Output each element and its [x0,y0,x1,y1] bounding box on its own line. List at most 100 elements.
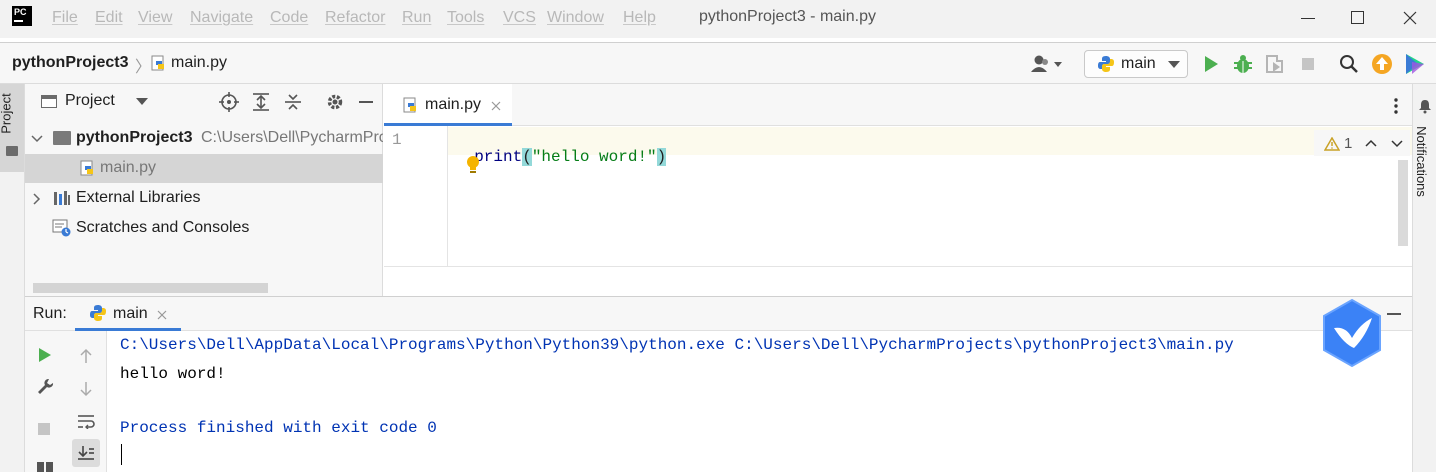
chevron-down-icon[interactable] [136,98,148,106]
chevron-down-icon[interactable] [1391,140,1403,148]
breadcrumb-project[interactable]: pythonProject3 [12,54,128,72]
minimize-button[interactable] [1284,0,1332,38]
collapse-all-icon[interactable] [283,92,303,112]
breadcrumb-file[interactable]: main.py [171,54,227,72]
menu-item-tools[interactable]: Tools [447,9,484,27]
chevron-up-icon[interactable] [1365,139,1377,147]
update-arrow-icon [1372,54,1392,74]
run-button[interactable] [1200,53,1222,75]
code-paren-open: ( [522,148,532,166]
play-icon [1205,56,1218,72]
intention-bulb-button[interactable] [464,155,482,175]
editor-gutter: 1 [384,126,448,266]
tree-row-scratches[interactable]: Scratches and Consoles [25,214,383,243]
console-exit-line: Process finished with exit code 0 [120,419,437,437]
run-configuration-label: main [1121,55,1156,72]
layout-icon[interactable] [37,462,53,472]
arrow-up-icon[interactable] [79,348,93,364]
hide-panel-icon[interactable] [1387,313,1401,315]
warning-icon [1324,137,1340,151]
tree-row-external-libraries[interactable]: External Libraries [25,184,383,213]
left-tool-stripe: Project [0,84,25,472]
python-file-icon [80,160,93,176]
menu-item-vcs[interactable]: VCS [503,9,536,27]
run-with-coverage-button[interactable] [1264,53,1286,75]
debug-button[interactable] [1232,53,1254,75]
gear-icon[interactable] [325,92,345,112]
floating-assistant-widget[interactable] [1320,298,1384,368]
folder-icon [53,131,71,145]
menu-item-navigate[interactable]: Navigate [190,9,253,27]
editor-vertical-scrollbar[interactable] [1398,160,1408,246]
close-window-button[interactable] [1386,0,1434,38]
minimize-icon [1301,18,1315,19]
menu-item-code[interactable]: Code [270,9,308,27]
editor-options-button[interactable] [1390,96,1402,116]
search-icon [1340,55,1358,73]
editor-tab-bar: main.py [384,84,1412,126]
run-panel-header: Run: main [25,296,1412,331]
hide-panel-icon[interactable] [359,101,373,103]
right-tool-stripe: Notifications [1412,84,1436,472]
run-console[interactable]: C:\Users\Dell\AppData\Local\Programs\Pyt… [107,331,1412,472]
editor-tab-main-py[interactable]: main.py [384,84,512,126]
close-tab-icon[interactable] [491,101,501,111]
project-panel-title[interactable]: Project [65,92,115,110]
pycharm-logo-icon[interactable]: PC [10,4,32,26]
project-tool-window: Project pythonProject3 C:\Users\Dell\Pyc… [25,84,383,296]
rerun-icon[interactable] [37,347,53,363]
arrow-down-icon[interactable] [79,381,93,397]
menu-item-run[interactable]: Run [402,9,431,27]
scratches-label: Scratches and Consoles [76,219,250,236]
horizontal-scrollbar[interactable] [33,283,268,293]
chevron-right-icon: 〉 [135,59,152,76]
menu-item-refactor[interactable]: Refactor [325,9,385,27]
wrench-icon[interactable] [36,377,54,395]
title-bar: PC File Edit View Navigate Code Refactor Run To… [0,0,1436,38]
close-tab-icon[interactable] [157,310,167,320]
chevron-down-icon [1168,61,1180,68]
line-number: 1 [392,131,402,149]
scratches-icon [52,219,71,237]
code-paren-close: ) [656,148,667,166]
toolbox-button[interactable] [1404,52,1426,76]
coverage-icon [1266,55,1283,73]
bird-logo-icon [1323,298,1381,368]
search-everywhere-button[interactable] [1338,53,1360,75]
project-tool-button[interactable]: Project [0,84,24,172]
menu-item-window[interactable]: Window [547,9,604,27]
menu-item-file[interactable]: File [52,9,78,27]
run-tab-main[interactable]: main [75,297,181,331]
tree-row-project-root[interactable]: pythonProject3 C:\Users\Dell\PycharmPro [25,124,383,153]
menu-item-help[interactable]: Help [623,9,656,27]
stop-icon[interactable] [38,423,50,435]
stop-button[interactable] [1298,53,1320,75]
menu-item-view[interactable]: View [138,9,172,27]
run-toolbar-secondary [65,331,107,472]
text-cursor [121,444,122,465]
run-configuration-select[interactable]: main [1084,50,1188,78]
run-toolbar-primary [25,331,65,472]
expand-all-icon[interactable] [251,92,271,112]
project-tool-label: Project [0,93,14,134]
menu-item-edit[interactable]: Edit [95,9,123,27]
updates-button[interactable] [1370,52,1394,76]
python-icon [90,305,106,321]
user-icon [1031,55,1062,72]
tree-row-main-py[interactable]: main.py [25,154,383,183]
warning-count: 1 [1344,135,1353,152]
user-account-button[interactable] [1030,54,1064,74]
soft-wrap-icon[interactable] [77,413,95,429]
code-line: print("hello word!") [455,130,667,166]
bell-icon [1419,100,1431,114]
stop-icon [1302,58,1314,70]
toolbox-logo-icon [1406,54,1424,74]
editor-empty-area [384,266,1412,296]
locate-file-icon[interactable] [219,92,239,112]
inspection-widget[interactable]: 1 [1314,130,1410,156]
notifications-tool-button[interactable]: Notifications [1413,84,1436,204]
close-icon [1403,11,1417,25]
navigation-bar: pythonProject3 〉 main.py main [0,43,1436,84]
scroll-to-end-button[interactable] [72,439,100,467]
maximize-button[interactable] [1334,0,1382,38]
